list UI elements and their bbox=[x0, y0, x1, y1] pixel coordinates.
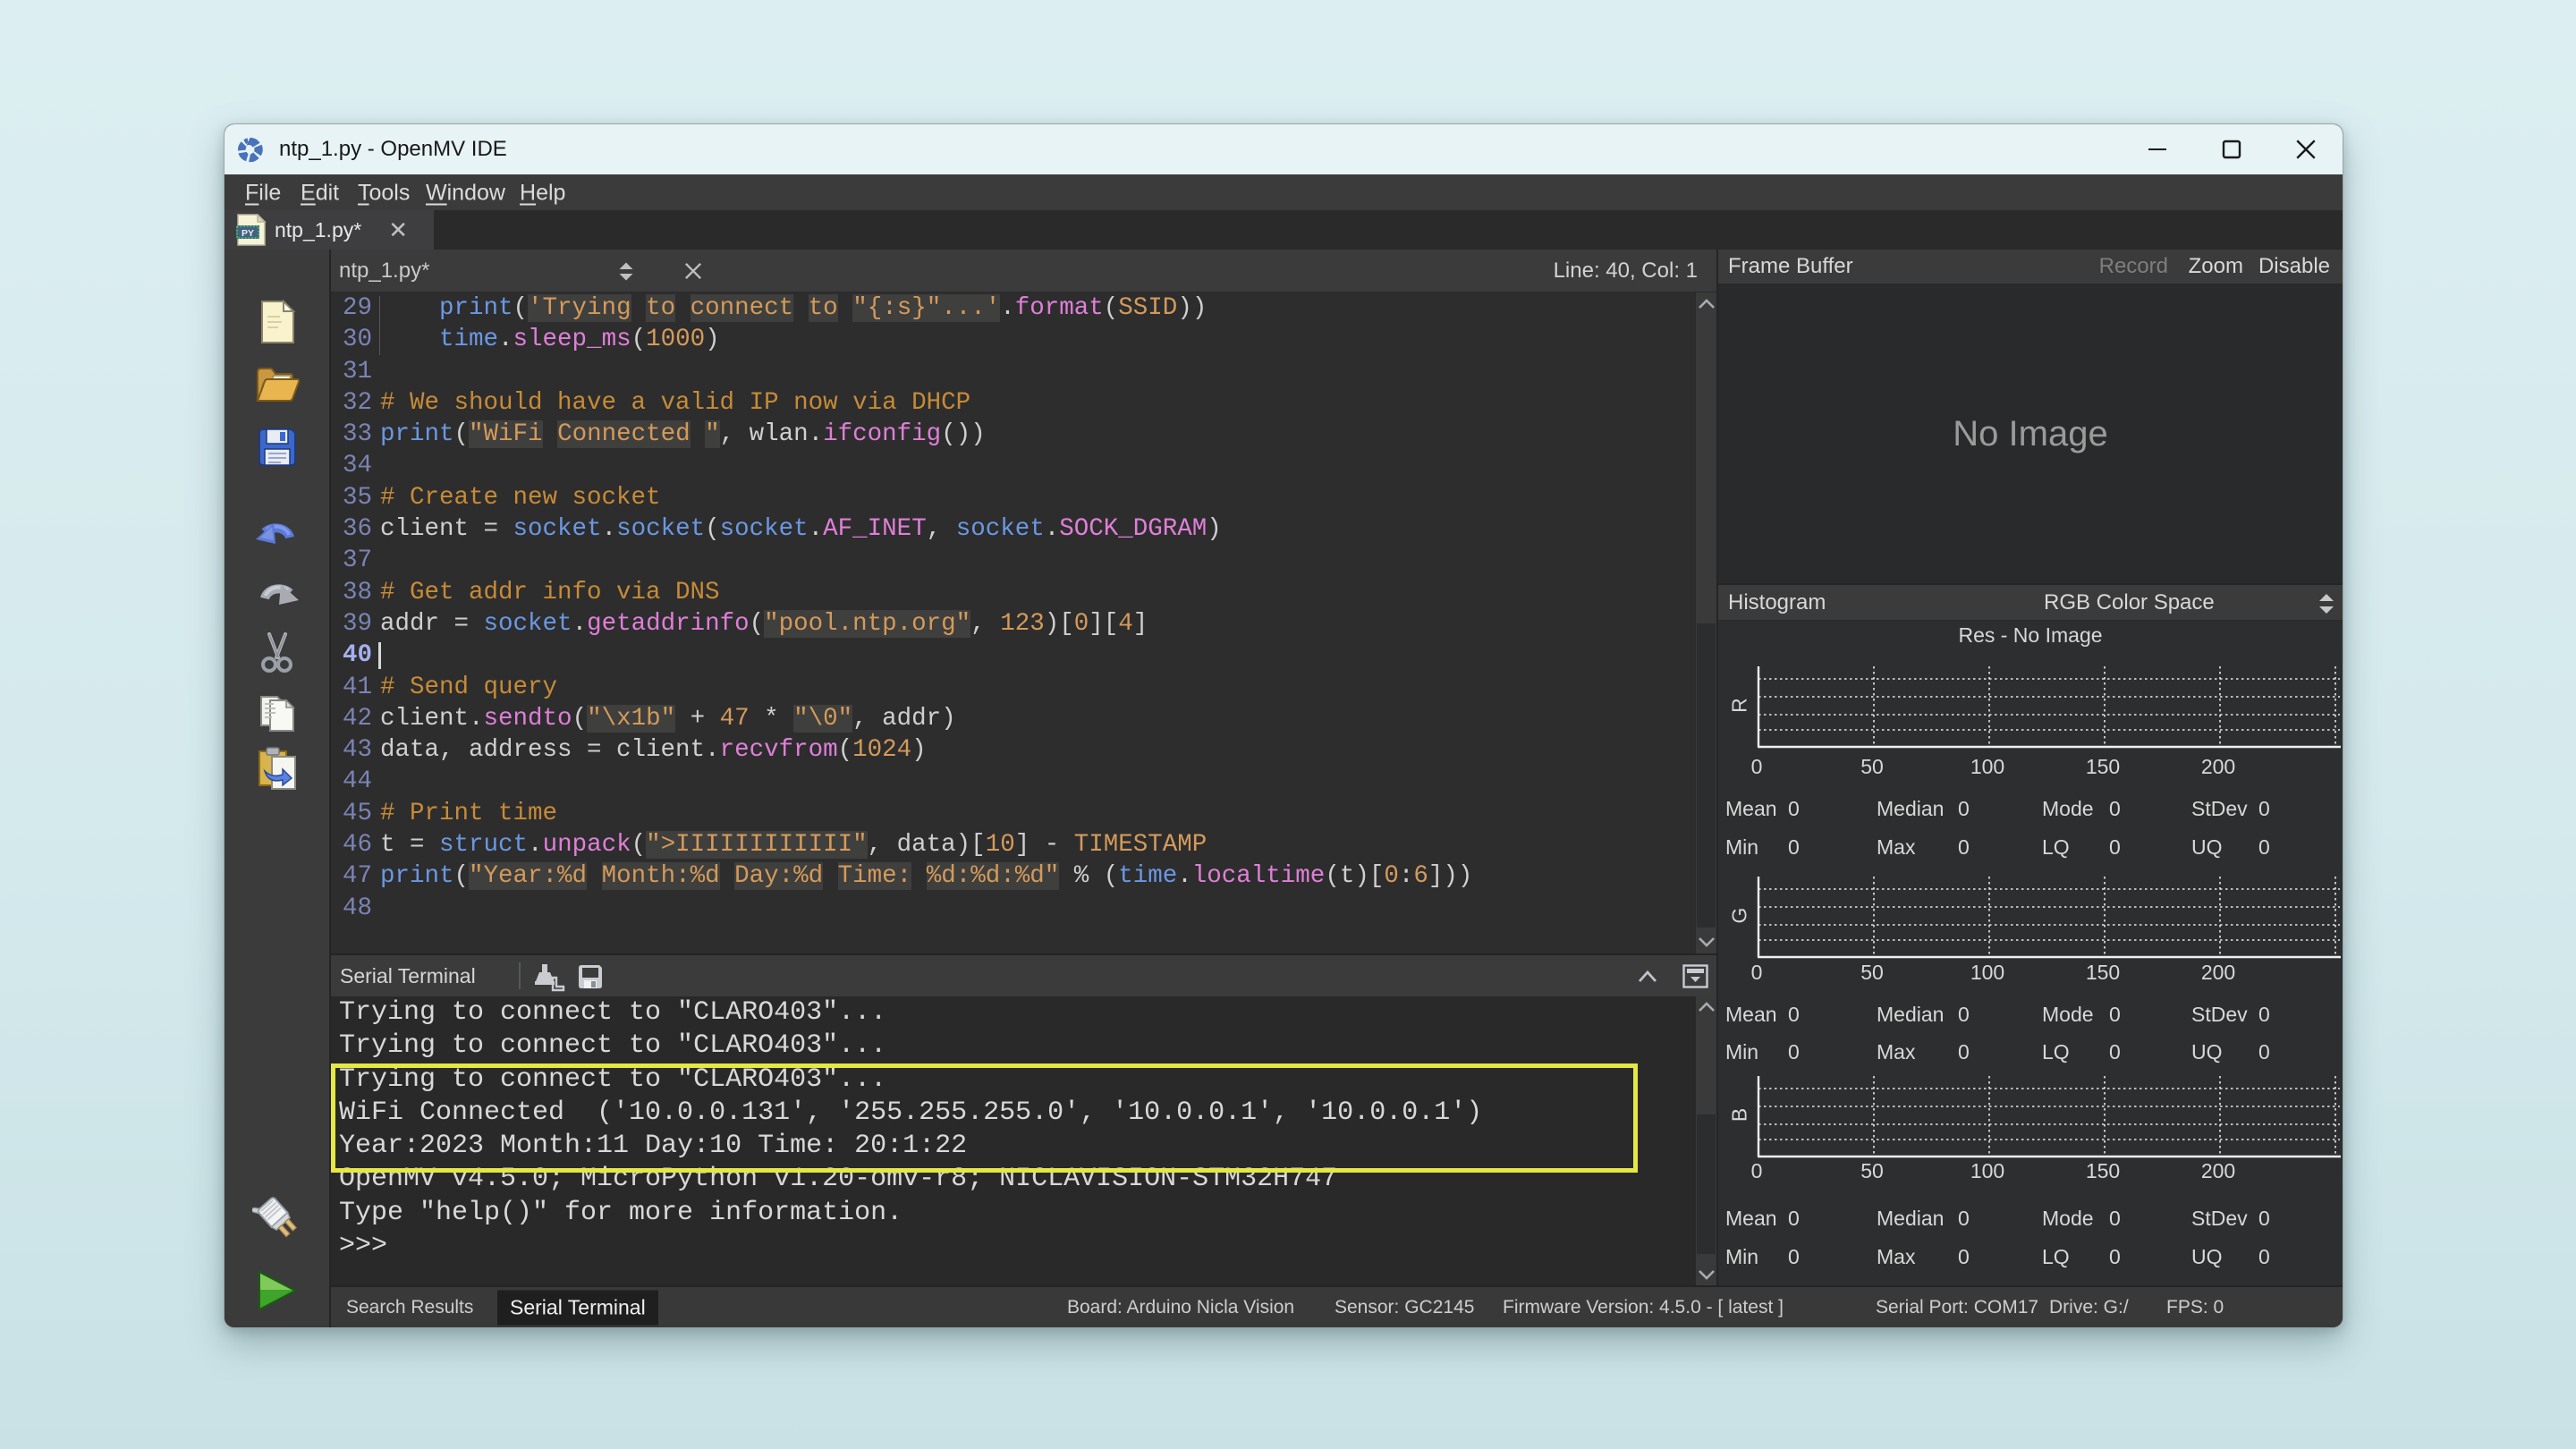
svg-text:PY: PY bbox=[242, 228, 254, 239]
